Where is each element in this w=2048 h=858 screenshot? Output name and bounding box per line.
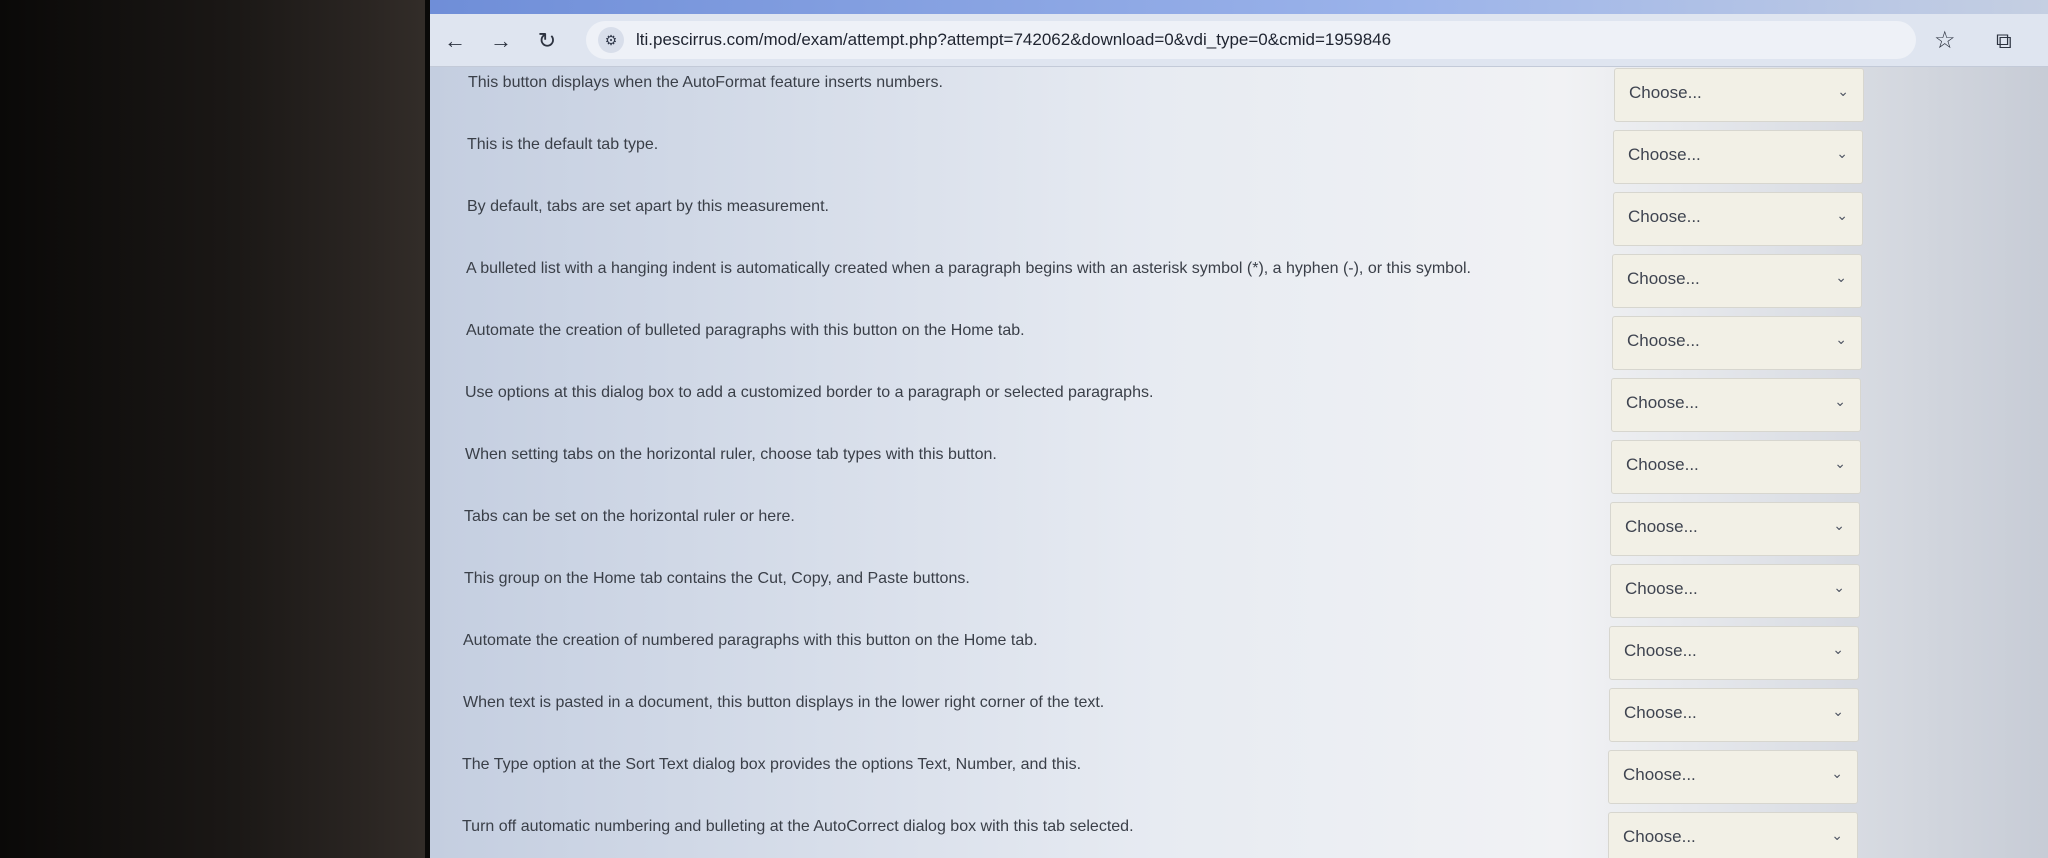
- question-text: By default, tabs are set apart by this m…: [467, 198, 829, 215]
- chevron-down-icon: ⌄: [1833, 517, 1845, 533]
- question-text: Turn off automatic numbering and bulleti…: [462, 818, 1134, 835]
- chevron-down-icon: ⌄: [1835, 331, 1847, 347]
- chevron-down-icon: ⌄: [1832, 641, 1844, 657]
- question-row: The Type option at the Sort Text dialog …: [430, 750, 2048, 812]
- question-row: This is the default tab type. Choose... …: [430, 130, 2048, 192]
- answer-select-value: Choose...: [1626, 455, 1699, 474]
- question-row: Automate the creation of numbered paragr…: [430, 626, 2048, 688]
- answer-select[interactable]: Choose... ⌄: [1609, 688, 1859, 742]
- chevron-down-icon: ⌄: [1835, 269, 1847, 285]
- url-text[interactable]: lti.pescirrus.com/mod/exam/attempt.php?a…: [636, 30, 1391, 50]
- reload-icon: ↻: [537, 28, 557, 53]
- browser-toolbar: ← → ↻ ⚙ lti.pescirrus.com/mod/exam/attem…: [430, 14, 2048, 67]
- answer-select-value: Choose...: [1627, 331, 1700, 350]
- answer-select-value: Choose...: [1623, 827, 1696, 846]
- answer-select-value: Choose...: [1624, 703, 1697, 722]
- answer-select-value: Choose...: [1628, 207, 1701, 226]
- answer-select[interactable]: Choose... ⌄: [1611, 440, 1861, 494]
- forward-button[interactable]: →: [486, 26, 516, 56]
- star-icon[interactable]: ☆: [1934, 26, 1956, 56]
- answer-select[interactable]: Choose... ⌄: [1613, 192, 1863, 246]
- answer-select-value: Choose...: [1626, 393, 1699, 412]
- question-text: Use options at this dialog box to add a …: [465, 384, 1154, 401]
- answer-select[interactable]: Choose... ⌄: [1608, 812, 1858, 858]
- question-row: When setting tabs on the horizontal rule…: [430, 440, 2048, 502]
- device-bezel: [0, 0, 430, 858]
- question-row: This button displays when the AutoFormat…: [430, 68, 2048, 130]
- answer-select[interactable]: Choose... ⌄: [1610, 502, 1860, 556]
- question-text: This group on the Home tab contains the …: [464, 570, 970, 587]
- question-text: This button displays when the AutoFormat…: [468, 74, 943, 91]
- question-row: A bulleted list with a hanging indent is…: [430, 254, 2048, 316]
- question-row: This group on the Home tab contains the …: [430, 564, 2048, 626]
- arrow-right-icon: →: [490, 28, 512, 53]
- chevron-down-icon: ⌄: [1834, 393, 1846, 409]
- answer-select-value: Choose...: [1628, 145, 1701, 164]
- answer-select[interactable]: Choose... ⌄: [1612, 316, 1862, 370]
- answer-select-value: Choose...: [1623, 765, 1696, 784]
- reload-button[interactable]: ↻: [532, 26, 562, 56]
- answer-select-value: Choose...: [1624, 641, 1697, 660]
- question-row: Turn off automatic numbering and bulleti…: [430, 812, 2048, 858]
- question-row: Tabs can be set on the horizontal ruler …: [430, 502, 2048, 564]
- answer-select[interactable]: Choose... ⌄: [1612, 254, 1862, 308]
- chevron-down-icon: ⌄: [1836, 145, 1848, 161]
- answer-select[interactable]: Choose... ⌄: [1613, 130, 1863, 184]
- question-row: Use options at this dialog box to add a …: [430, 378, 2048, 440]
- answer-select-value: Choose...: [1629, 83, 1702, 102]
- back-button[interactable]: ←: [440, 26, 470, 56]
- chevron-down-icon: ⌄: [1831, 827, 1843, 843]
- question-text: The Type option at the Sort Text dialog …: [462, 756, 1082, 773]
- chevron-down-icon: ⌄: [1834, 455, 1846, 471]
- browser-screen: ← → ↻ ⚙ lti.pescirrus.com/mod/exam/attem…: [430, 0, 2048, 858]
- arrow-left-icon: ←: [444, 28, 466, 53]
- question-list: This button displays when the AutoFormat…: [430, 66, 2048, 858]
- question-text: When text is pasted in a document, this …: [463, 694, 1105, 711]
- question-text: Automate the creation of numbered paragr…: [463, 632, 1038, 649]
- answer-select-value: Choose...: [1627, 269, 1700, 288]
- chevron-down-icon: ⌄: [1836, 207, 1848, 223]
- chevron-down-icon: ⌄: [1832, 703, 1844, 719]
- answer-select[interactable]: Choose... ⌄: [1609, 626, 1859, 680]
- chevron-down-icon: ⌄: [1837, 83, 1849, 99]
- question-text: Automate the creation of bulleted paragr…: [466, 322, 1025, 339]
- question-text: This is the default tab type.: [467, 136, 659, 153]
- tune-icon[interactable]: ⚙: [598, 27, 624, 53]
- answer-select-value: Choose...: [1625, 517, 1698, 536]
- answer-select[interactable]: Choose... ⌄: [1614, 68, 1864, 122]
- puzzle-icon[interactable]: ⧉: [1996, 26, 2012, 56]
- question-text: When setting tabs on the horizontal rule…: [465, 446, 997, 463]
- question-row: Automate the creation of bulleted paragr…: [430, 316, 2048, 378]
- question-row: By default, tabs are set apart by this m…: [430, 192, 2048, 254]
- address-bar[interactable]: ⚙ lti.pescirrus.com/mod/exam/attempt.php…: [586, 21, 1916, 59]
- answer-select[interactable]: Choose... ⌄: [1611, 378, 1861, 432]
- question-text: Tabs can be set on the horizontal ruler …: [464, 508, 795, 525]
- chevron-down-icon: ⌄: [1831, 765, 1843, 781]
- answer-select[interactable]: Choose... ⌄: [1608, 750, 1858, 804]
- tab-strip: [430, 0, 2048, 14]
- question-text: A bulleted list with a hanging indent is…: [466, 260, 1471, 277]
- answer-select-value: Choose...: [1625, 579, 1698, 598]
- question-row: When text is pasted in a document, this …: [430, 688, 2048, 750]
- answer-select[interactable]: Choose... ⌄: [1610, 564, 1860, 618]
- chevron-down-icon: ⌄: [1833, 579, 1845, 595]
